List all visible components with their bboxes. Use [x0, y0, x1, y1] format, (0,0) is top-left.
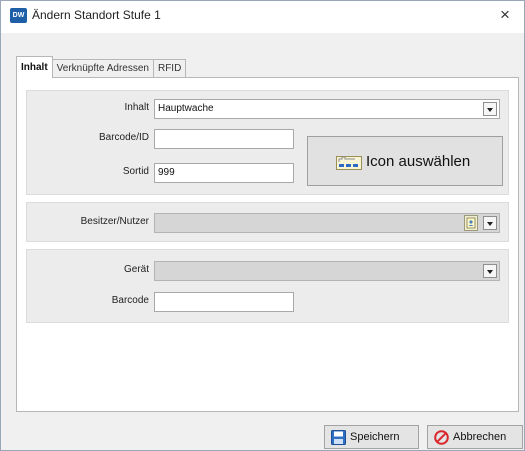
barcode-id-label: Barcode/ID — [98, 132, 149, 143]
owner-group: Besitzer/Nutzer — [26, 202, 509, 242]
geraet-select[interactable] — [154, 261, 500, 281]
app-logo-icon: DW — [10, 8, 27, 23]
save-label: Speichern — [350, 431, 400, 443]
device-group: Gerät Barcode — [26, 249, 509, 323]
title-bar: DW Ändern Standort Stufe 1 × — [1, 1, 524, 33]
barcode-input[interactable] — [154, 292, 294, 312]
sortid-label: Sortid — [122, 166, 149, 177]
tab-verknuepfte-adressen[interactable]: Verknüpfte Adressen — [51, 59, 154, 78]
icon-image-icon — [336, 156, 362, 170]
tab-content-panel: Inhalt Hauptwache Barcode/ID Sortid 999 … — [16, 77, 519, 412]
icon-select-label: Icon auswählen — [366, 153, 471, 170]
dialog-window: DW Ändern Standort Stufe 1 × Inhalt Verk… — [0, 0, 525, 451]
address-book-icon[interactable] — [464, 215, 478, 231]
save-button[interactable]: Speichern — [324, 425, 419, 449]
chevron-down-icon[interactable] — [483, 264, 497, 278]
barcode-id-input[interactable] — [154, 129, 294, 149]
tab-rfid[interactable]: RFID — [152, 59, 187, 78]
sortid-input[interactable]: 999 — [154, 163, 294, 183]
cancel-circle-icon — [434, 430, 449, 445]
icon-select-button[interactable]: Icon auswählen — [307, 136, 503, 186]
general-group: Inhalt Hauptwache Barcode/ID Sortid 999 … — [26, 90, 509, 195]
besitzer-label: Besitzer/Nutzer — [80, 216, 149, 227]
close-icon[interactable]: × — [494, 4, 516, 26]
tab-inhalt[interactable]: Inhalt — [16, 56, 53, 78]
tab-strip: Inhalt Verknüpfte Adressen RFID — [16, 56, 187, 78]
address-book-glyph — [466, 217, 476, 229]
inhalt-label: Inhalt — [124, 102, 149, 113]
inhalt-value: Hauptwache — [158, 103, 214, 114]
window-title: Ändern Standort Stufe 1 — [32, 8, 161, 22]
besitzer-select[interactable] — [154, 213, 500, 233]
floppy-disk-icon — [331, 430, 346, 445]
cancel-button[interactable]: Abbrechen — [427, 425, 523, 449]
chevron-down-icon[interactable] — [483, 216, 497, 230]
chevron-down-icon[interactable] — [483, 102, 497, 116]
geraet-label: Gerät — [123, 264, 149, 275]
cancel-label: Abbrechen — [453, 431, 507, 443]
inhalt-select[interactable]: Hauptwache — [154, 99, 500, 119]
barcode-label: Barcode — [111, 295, 149, 306]
